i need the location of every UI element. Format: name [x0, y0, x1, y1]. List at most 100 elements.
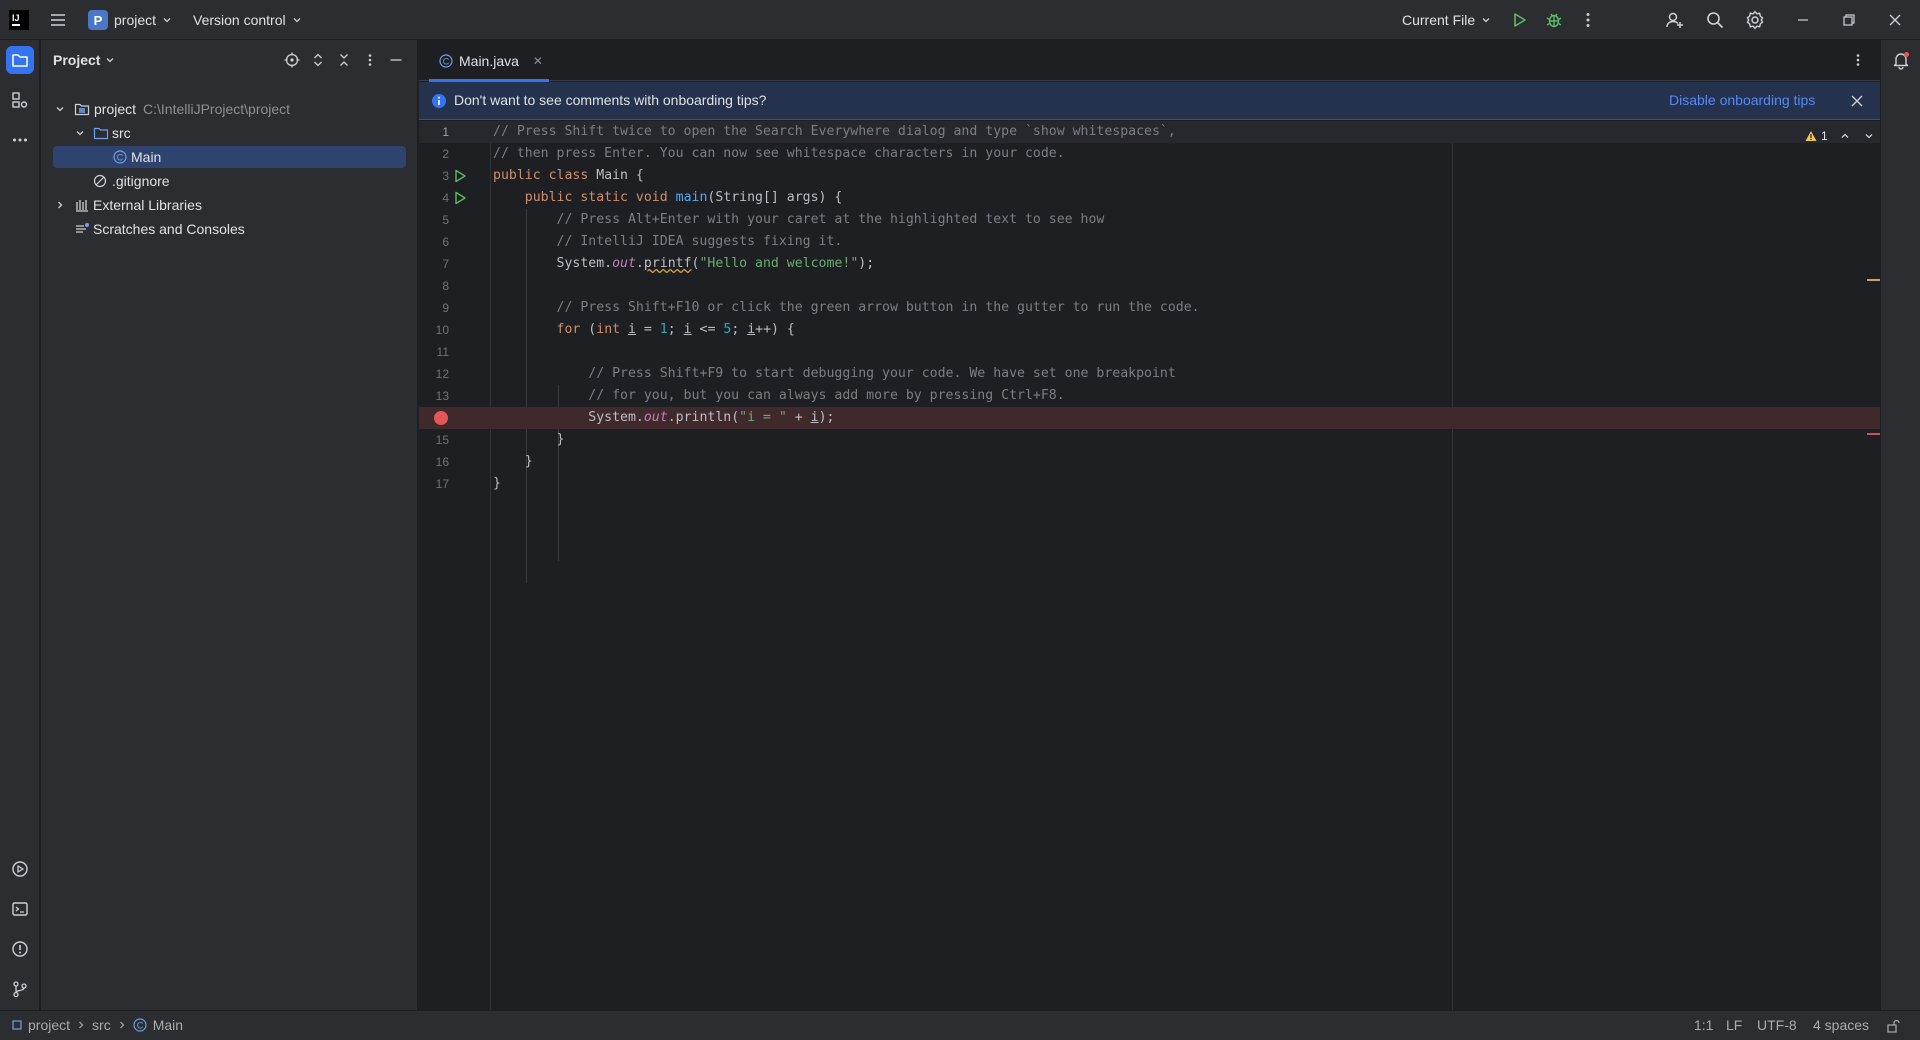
project-badge: P: [88, 10, 108, 30]
more-actions-icon[interactable]: [1578, 10, 1598, 30]
git-branch-icon[interactable]: [6, 975, 34, 1003]
code-line: 17 }: [419, 473, 1880, 495]
services-run-icon[interactable]: [6, 855, 34, 883]
line-separator[interactable]: LF: [1726, 1017, 1742, 1033]
code-text: // Press Shift twice to open the Search …: [493, 124, 1176, 139]
line-number: 10: [435, 323, 449, 337]
warning-icon: [1805, 131, 1817, 141]
problems-icon[interactable]: [6, 935, 34, 963]
project-switcher[interactable]: P project: [88, 9, 172, 31]
main-menu-icon[interactable]: [48, 10, 68, 30]
code-text: }: [493, 432, 565, 447]
line-number: 5: [442, 213, 449, 227]
line-number: 1: [442, 125, 449, 139]
code-line: 4 public static void main(String[] args)…: [419, 187, 1880, 209]
project-tool-folder-icon[interactable]: [6, 46, 34, 74]
close-banner-icon[interactable]: [1849, 93, 1865, 109]
code-text: for (int i = 1; i <= 5; i++) {: [556, 322, 795, 337]
line-number: 17: [435, 477, 449, 491]
code-text: // Press Shift+F10 or click the green ar…: [493, 300, 1200, 315]
svg-text:IJ: IJ: [12, 13, 20, 23]
minimize-window-icon[interactable]: [1793, 10, 1813, 30]
chevron-down-icon: [163, 18, 171, 23]
options-icon[interactable]: [362, 52, 378, 68]
onboarding-banner: Don't want to see comments with onboardi…: [419, 82, 1880, 120]
expand-all-icon[interactable]: [310, 52, 326, 68]
search-icon[interactable]: [1705, 10, 1725, 30]
run-gutter-icon[interactable]: [453, 169, 467, 183]
more-tools-icon[interactable]: [6, 126, 34, 154]
code-text: // Press Alt+Enter with your caret at th…: [493, 212, 1105, 227]
line-number: 12: [435, 367, 449, 381]
code-line-breakpoint: System.out.println("i = " + i);: [419, 407, 1880, 429]
svg-text:C: C: [443, 56, 450, 66]
locate-file-icon[interactable]: [284, 52, 300, 68]
line-number: 3: [442, 169, 449, 183]
tree-item-main[interactable]: C Main: [41, 146, 418, 168]
tree-item-src[interactable]: src: [41, 122, 418, 144]
java-class-icon: C: [439, 53, 453, 68]
disable-onboarding-tips-link[interactable]: Disable onboarding tips: [1669, 92, 1815, 108]
run-gutter-icon[interactable]: [453, 191, 467, 205]
tab-options-icon[interactable]: [1850, 52, 1866, 68]
code-line: 13 // for you, but you can always add mo…: [419, 385, 1880, 407]
notifications-bell-icon[interactable]: [1891, 50, 1911, 70]
chevron-up-icon[interactable]: [1840, 131, 1850, 141]
settings-gear-icon[interactable]: [1745, 10, 1765, 30]
run-config-selector[interactable]: Current File: [1402, 0, 1491, 40]
code-text: // Press Shift+F9 to start debugging you…: [493, 366, 1176, 381]
breakpoint-icon[interactable]: [434, 411, 448, 425]
info-icon: [432, 94, 446, 108]
line-number: 9: [442, 301, 449, 315]
left-tool-strip: [0, 40, 40, 1010]
tree-item-external-libraries[interactable]: External Libraries: [41, 194, 418, 216]
line-number: 7: [442, 257, 449, 271]
chevron-right-icon: [119, 1021, 125, 1029]
chevron-down-icon: [76, 131, 84, 136]
breadcrumb-main[interactable]: Main: [153, 1017, 183, 1033]
line-number: 2: [442, 147, 449, 161]
line-number: 6: [442, 235, 449, 249]
code-text: System.out.printf("Hello and welcome!");: [493, 256, 875, 271]
line-number: 4: [442, 191, 449, 205]
run-config-label: Current File: [1402, 12, 1476, 28]
tree-item-gitignore[interactable]: .gitignore: [41, 170, 418, 192]
version-control-menu[interactable]: Version control: [193, 9, 302, 31]
tree-item-label: External Libraries: [93, 197, 202, 213]
intellij-logo-icon[interactable]: IJ: [8, 9, 30, 31]
close-window-icon[interactable]: [1885, 10, 1905, 30]
code-editor[interactable]: 1 // Press Shift twice to open the Searc…: [419, 121, 1880, 1010]
chevron-down-icon: [56, 107, 64, 112]
code-with-me-icon[interactable]: [1665, 10, 1685, 30]
indent-setting[interactable]: 4 spaces: [1813, 1017, 1869, 1033]
breakpoint-stripe-marker[interactable]: [1867, 433, 1880, 435]
warning-stripe-marker[interactable]: [1867, 279, 1880, 281]
library-icon: [76, 200, 88, 212]
debug-icon[interactable]: [1544, 10, 1564, 30]
caret-position[interactable]: 1:1: [1694, 1017, 1713, 1033]
collapse-all-icon[interactable]: [336, 52, 352, 68]
tab-main-java[interactable]: C Main.java ✕: [429, 40, 549, 82]
file-encoding[interactable]: UTF-8: [1757, 1017, 1797, 1033]
tree-item-label: .gitignore: [112, 173, 170, 189]
read-only-lock-icon[interactable]: [1886, 1019, 1900, 1033]
tree-item-scratches[interactable]: Scratches and Consoles: [41, 218, 418, 240]
code-line: 5 // Press Alt+Enter with your caret at …: [419, 209, 1880, 231]
tree-item-project[interactable]: project C:\IntelliJProject\project: [41, 98, 418, 120]
hide-panel-icon[interactable]: [388, 52, 404, 68]
project-panel-title[interactable]: Project: [53, 52, 115, 68]
project-panel-header: Project: [41, 40, 418, 80]
line-number: 15: [435, 433, 449, 447]
chevron-down-icon[interactable]: [1864, 131, 1874, 141]
code-text: public class Main {: [493, 168, 644, 183]
tree-item-label: Scratches and Consoles: [93, 221, 245, 237]
run-icon[interactable]: [1509, 10, 1529, 30]
breadcrumb-project[interactable]: project: [28, 1017, 70, 1033]
close-tab-icon[interactable]: ✕: [533, 54, 543, 68]
structure-icon[interactable]: [6, 86, 34, 114]
line-number: 11: [436, 345, 449, 359]
terminal-icon[interactable]: [6, 895, 34, 923]
code-line: 1 // Press Shift twice to open the Searc…: [419, 121, 1880, 143]
breadcrumb-src[interactable]: src: [92, 1017, 111, 1033]
restore-window-icon[interactable]: [1839, 10, 1859, 30]
